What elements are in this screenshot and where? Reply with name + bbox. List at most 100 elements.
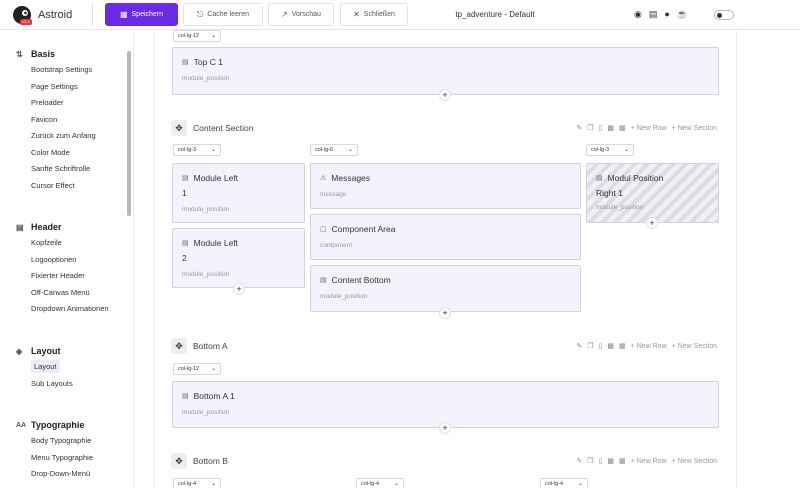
add-module-button[interactable]: + <box>439 89 451 101</box>
grid-icon[interactable]: ▩ <box>607 457 614 465</box>
dark-mode-toggle[interactable] <box>714 10 734 20</box>
chevron-down-icon: ⌄ <box>210 33 216 39</box>
column-size-select[interactable]: col-lg-12 ⌄ <box>173 30 221 42</box>
support-icon[interactable]: ◉ <box>634 9 642 20</box>
header-icon: ▤ <box>16 222 24 232</box>
module-left-2[interactable]: ▤ Module Left 2 module_position <box>172 228 305 288</box>
docs-icon[interactable]: ▤ <box>649 9 658 20</box>
column-size-select[interactable]: col-lg-6 ⌄ <box>310 144 358 156</box>
sidebar-item-page-settings[interactable]: Page Settings <box>16 79 96 96</box>
move-icon[interactable]: ✥ <box>171 120 187 136</box>
new-row-button[interactable]: + New Row <box>631 125 667 132</box>
add-module-button[interactable]: + <box>439 422 451 434</box>
clear-cache-button[interactable]: ⎋ Cache leeren <box>183 3 263 26</box>
close-button[interactable]: ✕ Schließen <box>340 3 408 26</box>
sidebar-item-cursor-effect[interactable]: Cursor Effect <box>16 178 96 195</box>
section-tools: ✎ ❐ ▯ ▩ ▦ + New Row + New Section <box>576 124 717 133</box>
typography-icon: AA <box>16 421 27 429</box>
section-header-content: ✥ Content Section ✎ ❐ ▯ ▩ ▦ + New Row + … <box>171 120 717 136</box>
trash-icon[interactable]: ▯ <box>599 124 603 132</box>
save-button[interactable]: ▦ Speichern <box>105 3 178 26</box>
column-size-select[interactable]: col-lg-3 ⌄ <box>173 144 221 156</box>
add-module-button[interactable]: + <box>233 283 245 295</box>
sidebar-item-preloader[interactable]: Preloader <box>16 95 96 112</box>
column-size-select[interactable]: col-lg-4 ⌄ <box>173 478 221 488</box>
top-icons: ◉ ▤ ● ☕ <box>634 9 688 20</box>
save-icon: ▦ <box>119 10 128 19</box>
sidebar-item-sticky-header[interactable]: Fixierter Header <box>16 268 109 285</box>
sidebar-item-sub-layouts[interactable]: Sub Layouts <box>16 376 73 393</box>
section-title: Bottom B <box>193 456 228 466</box>
module-position-label: module_position <box>182 271 230 278</box>
module-position-right-1[interactable]: ▤ Modul Position Right 1 module_position <box>586 163 719 223</box>
module-position-label: module_position <box>320 293 368 300</box>
sidebar-item-logo-options[interactable]: Logooptionen <box>16 252 109 269</box>
grid-icon[interactable]: ▩ <box>607 124 614 132</box>
sidebar-item-body-typography[interactable]: Body Typographie <box>16 433 93 450</box>
move-icon[interactable]: ✥ <box>171 338 187 354</box>
sidebar-item-dropdown-menu[interactable]: Drop-Down-Menü <box>16 466 93 483</box>
trash-icon[interactable]: ▯ <box>599 342 603 350</box>
chevron-down-icon: ⌄ <box>623 147 629 153</box>
copy-icon[interactable]: ❐ <box>587 342 593 350</box>
astroid-logo: v3.1 <box>11 4 33 26</box>
save-icon[interactable]: ▦ <box>619 342 626 350</box>
brand-name: Astroid <box>38 9 73 21</box>
new-section-button[interactable]: + New Section <box>672 458 717 465</box>
preview-button[interactable]: ↗ Vorschau <box>268 3 334 26</box>
sidebar-item-color-mode[interactable]: Color Mode <box>16 145 96 162</box>
save-icon[interactable]: ▦ <box>619 457 626 465</box>
top-bar: v3.1 Astroid ▦ Speichern ⎋ Cache leeren … <box>0 0 800 30</box>
sidebar-scrollbar[interactable] <box>127 51 131 216</box>
move-icon[interactable]: ✥ <box>171 453 187 469</box>
sidebar-group-header: ▤ Header Kopfzeile Logooptionen Fixierter… <box>16 220 109 318</box>
sidebar-item-header[interactable]: Kopfzeile <box>16 235 109 252</box>
column-size-select[interactable]: col-lg-12 ⌄ <box>173 363 221 375</box>
add-module-button[interactable]: + <box>439 307 451 319</box>
module-messages[interactable]: ⚠ Messages message <box>310 163 581 209</box>
column-size-select[interactable]: col-lg-4 ⌄ <box>540 478 588 488</box>
trash-icon[interactable]: ▯ <box>599 457 603 465</box>
chevron-down-icon: ⌄ <box>577 481 583 487</box>
external-link-icon: ↗ <box>281 10 288 19</box>
save-icon[interactable]: ▦ <box>619 124 626 132</box>
sidebar-item-menu-typography[interactable]: Menu Typographie <box>16 450 93 467</box>
sidebar-item-smooth-scroll[interactable]: Sanfte Schriftrolle <box>16 161 96 178</box>
add-module-button[interactable]: + <box>646 217 658 229</box>
module-component-area[interactable]: ▢ Component Area component <box>310 214 581 260</box>
sidebar-item-bootstrap-settings[interactable]: Bootstrap Settings <box>16 62 96 79</box>
new-section-button[interactable]: + New Section <box>672 125 717 132</box>
grid-icon[interactable]: ▩ <box>607 342 614 350</box>
new-row-button[interactable]: + New Row <box>631 343 667 350</box>
coffee-icon[interactable]: ☕ <box>677 9 688 20</box>
sidebar-item-off-canvas[interactable]: Off-Canvas Menü <box>16 285 109 302</box>
copy-icon[interactable]: ❐ <box>587 124 593 132</box>
sidebar-item-layout[interactable]: Layout <box>16 359 73 376</box>
copy-icon[interactable]: ❐ <box>587 457 593 465</box>
sidebar-item-favicon[interactable]: Favicon <box>16 112 96 129</box>
module-bottom-a-1[interactable]: ▤ Bottom A 1 module_position <box>172 381 719 428</box>
cube-icon: ▢ <box>320 226 327 233</box>
module-top-c-1[interactable]: ▤ Top C 1 module_position <box>172 47 719 95</box>
new-section-button[interactable]: + New Section <box>672 343 717 350</box>
module-position-label: message <box>320 191 347 198</box>
module-content-bottom[interactable]: ▤ Content Bottom module_position <box>310 265 581 312</box>
template-title: tp_adventure - Default <box>455 10 535 19</box>
edit-icon[interactable]: ✎ <box>576 457 582 465</box>
edit-icon[interactable]: ✎ <box>576 342 582 350</box>
column-size-select[interactable]: col-lg-3 ⌄ <box>586 144 634 156</box>
layers-icon: ◈ <box>16 346 23 356</box>
sidebar-item-back-to-top[interactable]: Zurück zum Anfang <box>16 128 96 145</box>
column-size-select[interactable]: col-lg-4 ⌄ <box>356 478 404 488</box>
module-position-label: module_position <box>182 409 230 416</box>
sidebar-group-title: Header <box>31 222 62 232</box>
sidebar-item-dropdown-animations[interactable]: Dropdown Animationen <box>16 301 109 318</box>
module-title-line2: 1 <box>182 188 187 198</box>
module-icon: ▤ <box>182 175 189 182</box>
new-row-button[interactable]: + New Row <box>631 458 667 465</box>
module-left-1[interactable]: ▤ Module Left 1 module_position <box>172 163 305 223</box>
edit-icon[interactable]: ✎ <box>576 124 582 132</box>
module-position-label: module_position <box>182 206 230 213</box>
github-icon[interactable]: ● <box>664 9 669 20</box>
sliders-icon: ⇅ <box>16 49 23 59</box>
